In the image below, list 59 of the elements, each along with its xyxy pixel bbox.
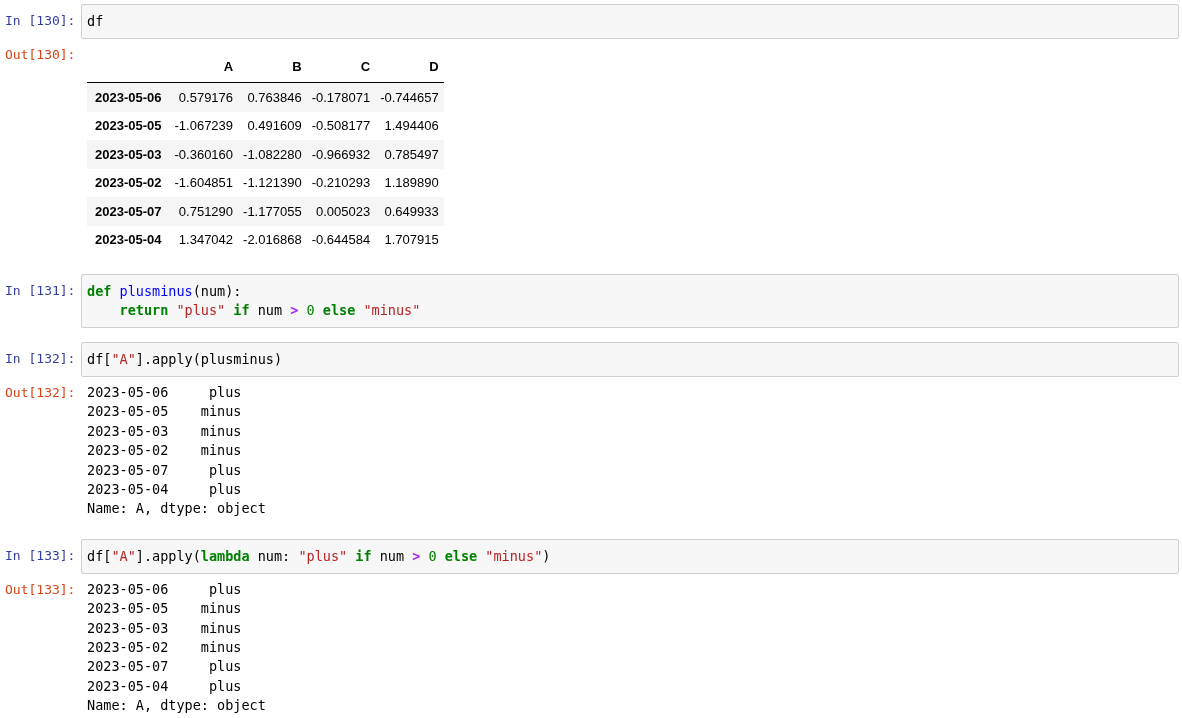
input-prompt: In [133]:: [4, 546, 77, 565]
output-line: 2023-05-02 minus: [87, 638, 243, 658]
output-line: 2023-05-05 minus: [87, 599, 243, 619]
output-prompt: Out[132]:: [4, 384, 77, 402]
index-cell: 2023-05-04: [87, 225, 170, 254]
output-line: 2023-05-04 plus: [87, 676, 243, 696]
index-cell: 2023-05-02: [87, 168, 170, 197]
table-cell: 1.347042: [169, 225, 239, 254]
column-header: C: [306, 55, 376, 83]
output-line: Name: A, dtype: object: [87, 499, 267, 519]
table-cell: 0.005023: [306, 197, 376, 226]
column-header: A: [169, 55, 239, 83]
table-cell: -1.177055: [238, 197, 307, 226]
column-header: D: [375, 55, 444, 83]
table-cell: 1.707915: [375, 225, 444, 254]
table-cell: -0.644584: [306, 225, 376, 254]
code-input-cell[interactable]: df: [81, 4, 1179, 39]
code-input-cell[interactable]: df["A"].apply(plusminus): [81, 342, 1179, 377]
table-cell: -1.604851: [169, 168, 239, 197]
index-cell: 2023-05-03: [87, 140, 170, 169]
table-cell: 0.491609: [238, 111, 307, 140]
input-prompt: In [132]:: [4, 350, 77, 368]
table-cell: -0.178071: [306, 82, 376, 112]
table-cell: -1.082280: [238, 140, 307, 169]
table-cell: -0.210293: [306, 168, 376, 197]
index-cell: 2023-05-05: [87, 111, 170, 140]
output-prompt: Out[130]:: [4, 46, 77, 64]
output-line: 2023-05-07 plus: [87, 657, 243, 677]
table-cell: -1.121390: [238, 168, 307, 197]
table-cell: -0.508177: [306, 111, 376, 140]
input-prompt: In [130]:: [4, 12, 77, 30]
output-line: 2023-05-02 minus: [87, 441, 243, 461]
table-cell: 0.785497: [375, 140, 444, 169]
table-cell: 0.763846: [238, 82, 307, 112]
table-cell: 0.579176: [169, 82, 239, 112]
code-input-cell[interactable]: df["A"].apply(lambda num: "plus" if num > 0 else "minus"): [81, 538, 1179, 574]
table-cell: -0.744657: [375, 82, 444, 112]
output-line: 2023-05-06 plus: [87, 579, 243, 599]
table-cell: -2.016868: [238, 225, 307, 254]
table-cell: -1.067239: [169, 111, 239, 140]
code-input-cell[interactable]: def plusminus(num): return "plus" if num > 0 else "minus": [81, 274, 1179, 328]
output-line: 2023-05-07 plus: [87, 460, 243, 480]
index-cell: 2023-05-06: [87, 82, 170, 112]
table-cell: 0.751290: [169, 197, 239, 226]
table-cell: 0.649933: [375, 197, 444, 226]
output-line: 2023-05-03 minus: [87, 618, 243, 638]
column-header: B: [238, 55, 307, 83]
input-prompt: In [131]:: [4, 282, 77, 300]
output-line: Name: A, dtype: object: [87, 696, 267, 716]
output-line: 2023-05-04 plus: [87, 480, 243, 500]
output-line: 2023-05-05 minus: [87, 402, 243, 422]
table-cell: -0.360160: [169, 140, 239, 169]
output-line: 2023-05-03 minus: [87, 421, 243, 441]
table-cell: -0.966932: [306, 140, 376, 169]
table-cell: 1.494406: [375, 111, 444, 140]
index-cell: 2023-05-07: [87, 197, 170, 226]
output-prompt: Out[133]:: [4, 580, 77, 599]
output-line: 2023-05-06 plus: [87, 383, 243, 402]
table-cell: 1.189890: [375, 168, 444, 197]
